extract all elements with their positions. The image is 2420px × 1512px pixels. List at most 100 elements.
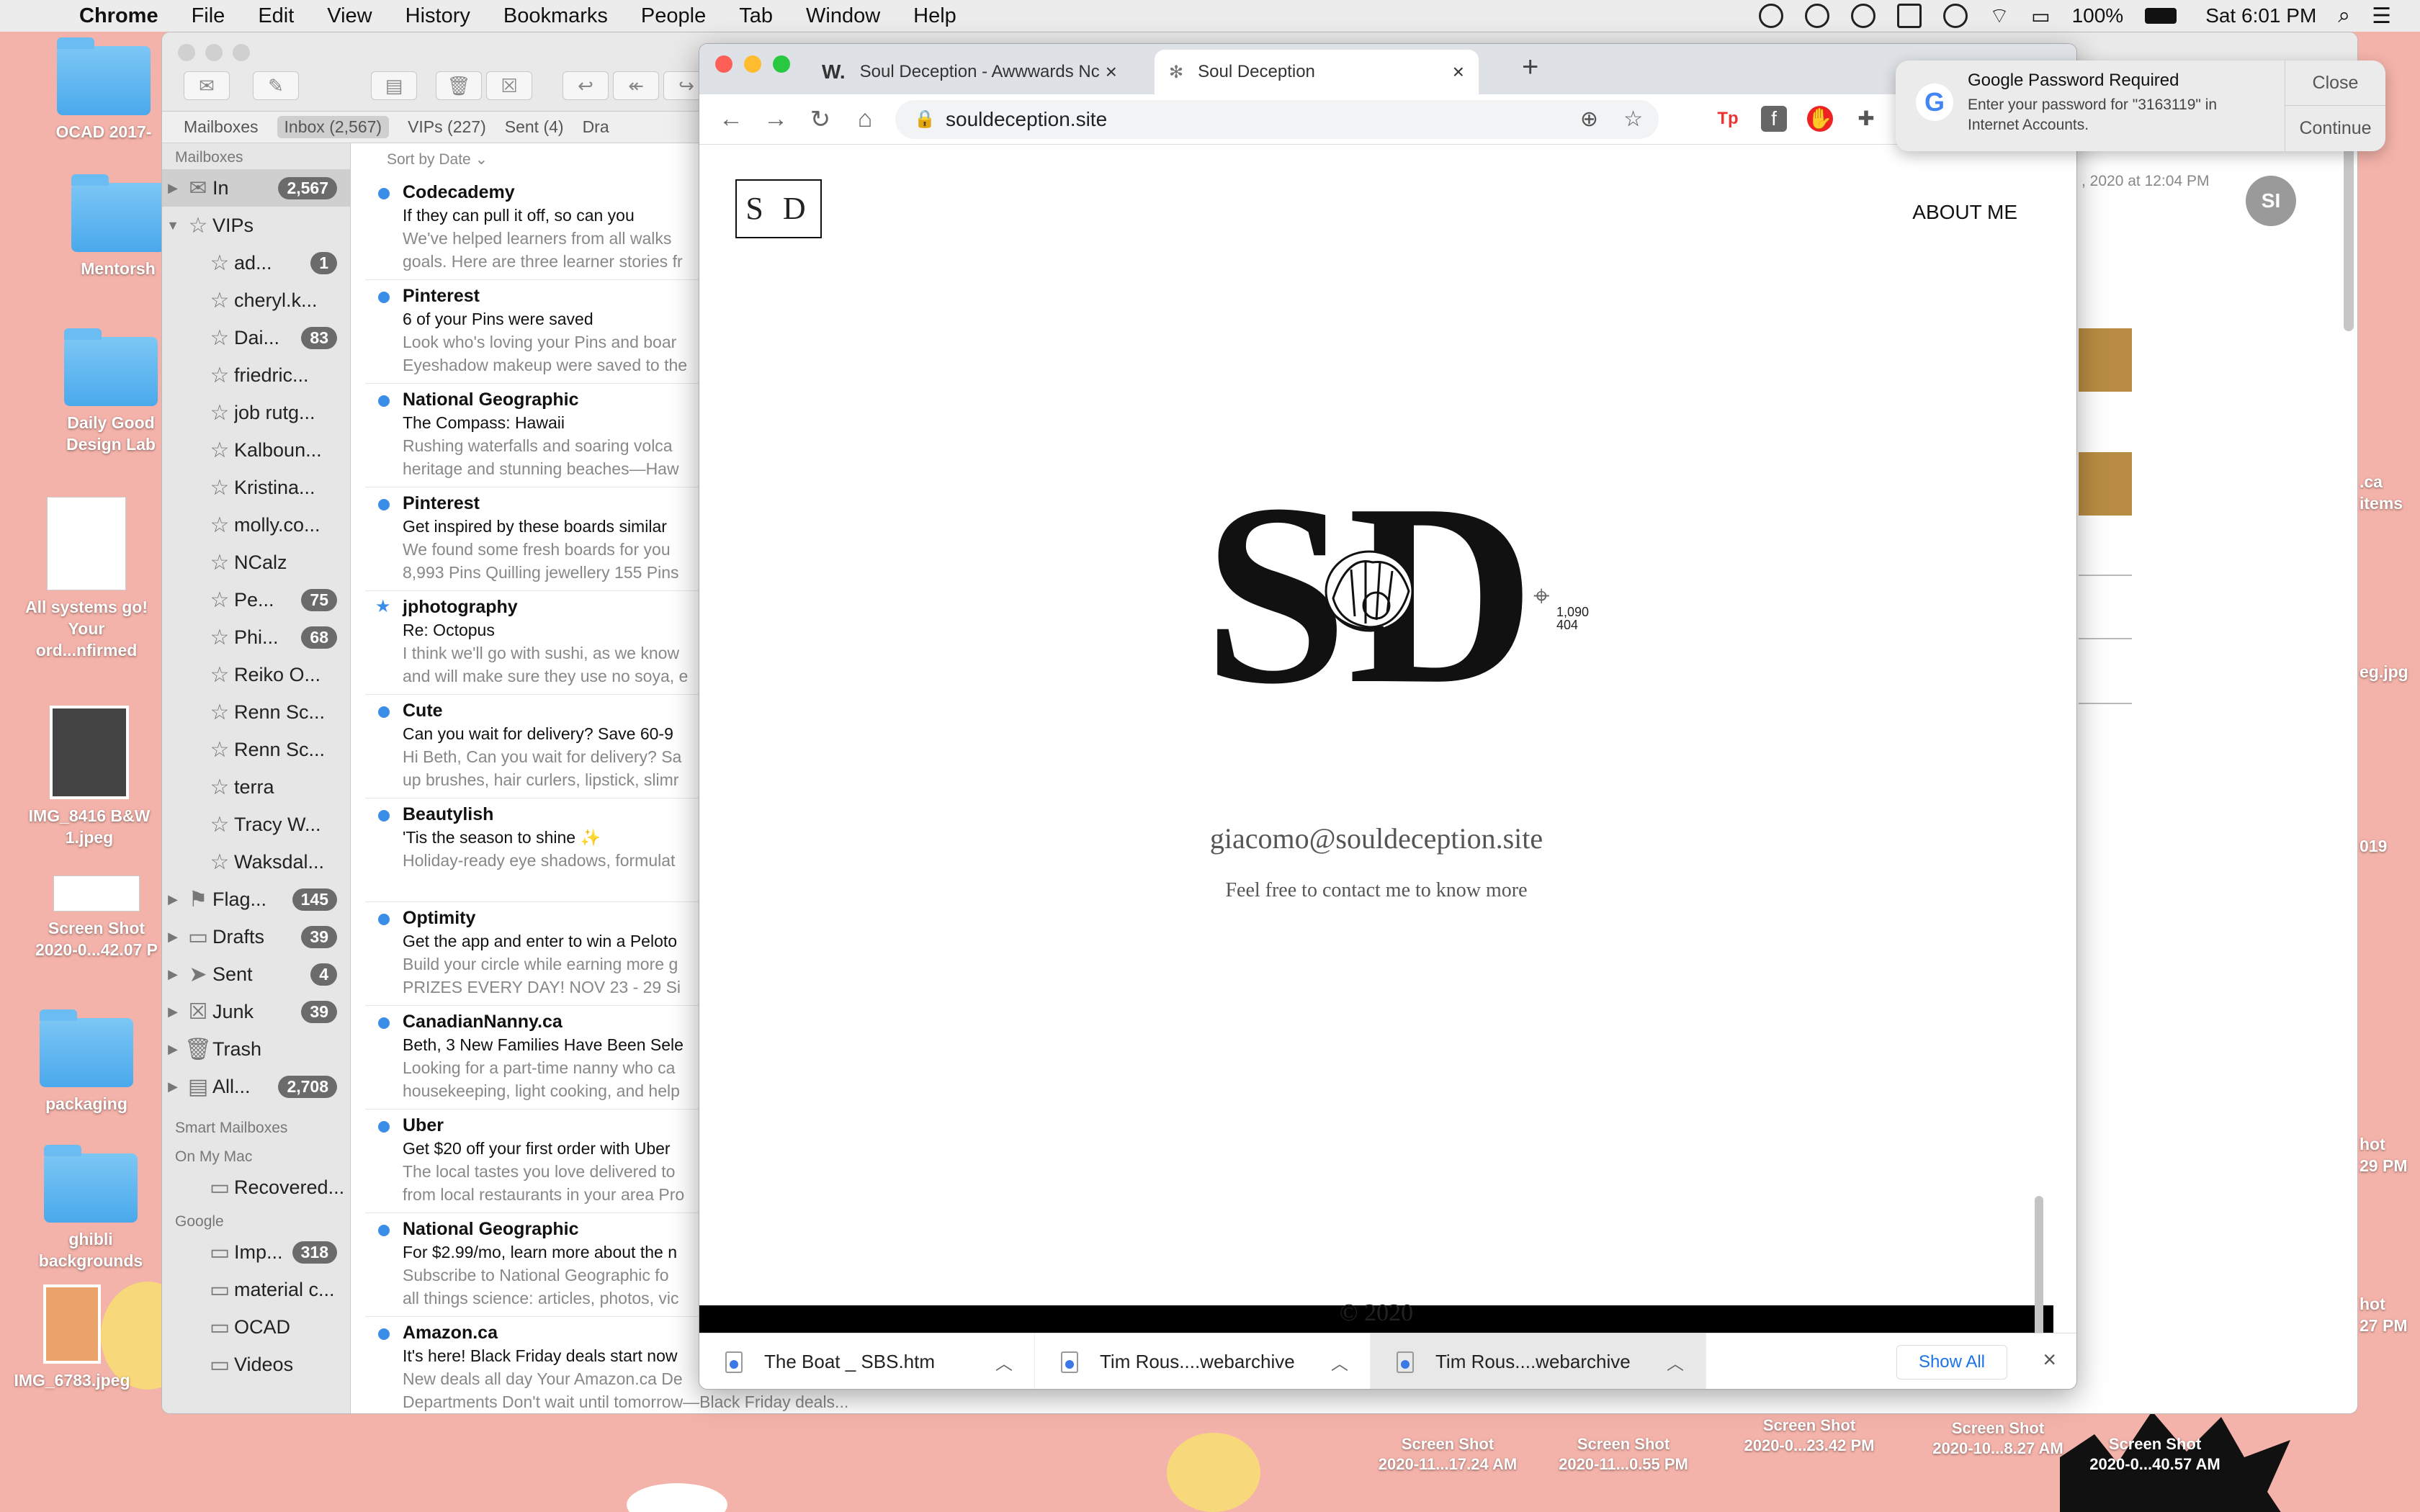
menu-edit[interactable]: Edit xyxy=(258,4,294,28)
address-bar[interactable]: 🔒 souldeception.site ⊕ ☆ xyxy=(895,100,1659,139)
archive-button[interactable]: ▤ xyxy=(371,71,417,100)
close-shelf-icon[interactable]: × xyxy=(2043,1346,2056,1373)
time-machine-icon[interactable] xyxy=(1942,4,1968,28)
disclosure-triangle-icon[interactable]: ▶ xyxy=(162,892,184,907)
chevron-up-icon[interactable]: ︿ xyxy=(995,1349,1013,1374)
desktop-screenshot-4[interactable]: Screen Shot 2020-10...8.27 AM xyxy=(1912,1418,2084,1459)
chevron-up-icon[interactable]: ︿ xyxy=(1331,1349,1348,1374)
minimize-window-button[interactable] xyxy=(205,44,223,61)
sidebar-item[interactable]: ▭ Videos xyxy=(162,1346,350,1383)
reading-scrollbar[interactable] xyxy=(2344,130,2354,331)
favbar-mailboxes[interactable]: Mailboxes xyxy=(184,117,259,137)
junk-button[interactable]: ☒ xyxy=(486,71,532,100)
close-window-button[interactable] xyxy=(715,55,732,73)
sidebar-item-inbox[interactable]: ▶ ✉ In 2,567 xyxy=(162,169,350,207)
zoom-window-button[interactable] xyxy=(773,55,790,73)
sidebar-item[interactable]: ☆ Renn Sc... xyxy=(162,693,350,731)
close-tab-icon[interactable]: × xyxy=(1453,60,1464,84)
add-icon[interactable]: ⊕ xyxy=(1580,100,1598,139)
reload-button[interactable]: ↻ xyxy=(807,105,833,134)
menu-view[interactable]: View xyxy=(327,4,372,28)
favbar-sent[interactable]: Sent (4) xyxy=(505,117,564,137)
desktop-folder-ghibli[interactable]: ghibli backgrounds xyxy=(26,1145,156,1272)
disclosure-triangle-icon[interactable]: ▶ xyxy=(162,1079,184,1094)
extension-tp-icon[interactable]: Tp xyxy=(1715,106,1741,132)
sidebar-item[interactable]: ▶ ☒ Junk 39 xyxy=(162,993,350,1030)
sidebar-item[interactable]: ☆ Kalboun... xyxy=(162,431,350,469)
airplay-icon[interactable]: ▭ xyxy=(2031,4,2050,28)
desktop-file-img6783[interactable]: IMG_6783.jpeg xyxy=(7,1284,137,1391)
get-mail-button[interactable]: ✉ xyxy=(184,71,230,100)
site-logo-small[interactable]: S D xyxy=(735,179,822,238)
sidebar-item[interactable]: ☆ Kristina... xyxy=(162,469,350,506)
back-button[interactable]: ← xyxy=(718,105,744,133)
sidebar-item[interactable]: ▶ ▤ All... 2,708 xyxy=(162,1068,350,1105)
sidebar-item[interactable]: ☆ NCalz xyxy=(162,544,350,581)
notification-close-button[interactable]: Close xyxy=(2285,60,2385,106)
sidebar-item[interactable]: ☆ Waksdal... xyxy=(162,843,350,881)
sidebar-item[interactable]: ☆ Dai... 83 xyxy=(162,319,350,356)
desktop-screenshot-2[interactable]: Screen Shot 2020-11...0.55 PM xyxy=(1537,1434,1710,1475)
notification-continue-button[interactable]: Continue xyxy=(2285,106,2385,151)
sidebar-item[interactable]: ☆ Tracy W... xyxy=(162,806,350,843)
disclosure-triangle-icon[interactable]: ▶ xyxy=(162,967,184,982)
menu-tab[interactable]: Tab xyxy=(739,4,773,28)
home-button[interactable]: ⌂ xyxy=(852,105,878,133)
tab-awwwards[interactable]: W. Soul Deception - Awwwards Nc × xyxy=(807,50,1131,94)
battery-icon[interactable] xyxy=(2145,8,2177,24)
menu-bookmarks[interactable]: Bookmarks xyxy=(503,4,608,28)
new-tab-button[interactable]: + xyxy=(1522,51,1538,84)
download-item[interactable]: The Boat _ SBS.htm ︿ xyxy=(699,1333,1035,1389)
menu-history[interactable]: History xyxy=(405,4,470,28)
download-item[interactable]: Tim Rous....webarchive ︿ xyxy=(1035,1333,1371,1389)
tab-soul-deception[interactable]: ✻ Soul Deception × xyxy=(1155,50,1479,94)
bookmark-star-icon[interactable]: ☆ xyxy=(1623,100,1643,139)
status-app-icon[interactable] xyxy=(1758,4,1783,28)
disclosure-triangle-icon[interactable]: ▶ xyxy=(162,930,184,945)
desktop-file-img8416[interactable]: IMG_8416 B&W 1.jpeg xyxy=(24,706,154,848)
show-all-button[interactable]: Show All xyxy=(1896,1345,2007,1380)
chevron-up-icon[interactable]: ︿ xyxy=(1667,1349,1684,1374)
menu-window[interactable]: Window xyxy=(806,4,880,28)
minimize-window-button[interactable] xyxy=(744,55,761,73)
sidebar-item[interactable]: ▶ ⚑ Flag... 145 xyxy=(162,881,350,918)
sidebar-item[interactable]: ▭ material c... xyxy=(162,1271,350,1308)
sidebar-item[interactable]: ☆ ad... 1 xyxy=(162,244,350,282)
desktop-folder-daily-good[interactable]: Daily Good Design Lab xyxy=(46,328,176,455)
sidebar-item[interactable]: ☆ friedric... xyxy=(162,356,350,394)
disclosure-triangle-icon[interactable]: ▶ xyxy=(162,1042,184,1057)
sidebar-item[interactable]: ▶ 🗑 Trash xyxy=(162,1030,350,1068)
extension-adblock-icon[interactable]: ✋ xyxy=(1807,106,1833,132)
menu-app-chrome[interactable]: Chrome xyxy=(79,4,158,28)
close-tab-icon[interactable]: × xyxy=(1106,60,1117,84)
reply-button[interactable]: ↩ xyxy=(563,71,609,100)
sidebar-item[interactable]: ▶ ➤ Sent 4 xyxy=(162,955,350,993)
sidebar-item[interactable]: ☆ terra xyxy=(162,768,350,806)
extensions-puzzle-icon[interactable]: ✚ xyxy=(1853,106,1879,132)
disclosure-triangle-icon[interactable]: ▼ xyxy=(162,218,184,233)
favbar-drafts[interactable]: Dra xyxy=(583,117,609,137)
disclosure-triangle-icon[interactable]: ▶ xyxy=(162,1004,184,1020)
sidebar-item[interactable]: ▶ ▭ Drafts 39 xyxy=(162,918,350,955)
nav-about-me[interactable]: ABOUT ME xyxy=(1912,201,2017,224)
desktop-file-all-systems-go[interactable]: All systems go! Your ord...nfirmed xyxy=(22,497,151,661)
sidebar-item[interactable]: ▭ Imp... 318 xyxy=(162,1233,350,1271)
battery-percent[interactable]: 100% xyxy=(2072,4,2124,27)
delete-button[interactable]: 🗑 xyxy=(436,71,482,100)
page-scrollbar[interactable] xyxy=(2035,1196,2043,1333)
menu-file[interactable]: File xyxy=(192,4,225,28)
compose-button[interactable]: ✎ xyxy=(253,71,299,100)
favbar-vips[interactable]: VIPs (227) xyxy=(408,117,486,137)
control-center-icon[interactable]: ☰ xyxy=(2372,4,2391,29)
close-window-button[interactable] xyxy=(178,44,195,61)
zoom-window-button[interactable] xyxy=(233,44,250,61)
sidebar-item[interactable]: ☆ molly.co... xyxy=(162,506,350,544)
disclosure-triangle-icon[interactable]: ▶ xyxy=(162,181,184,196)
contact-email[interactable]: giacomo@souldeception.site xyxy=(699,822,2053,855)
app-status-icon[interactable] xyxy=(1896,4,1922,28)
sidebar-item[interactable]: ▭ OCAD xyxy=(162,1308,350,1346)
reply-all-button[interactable]: ↞ xyxy=(613,71,659,100)
shield-icon[interactable] xyxy=(1804,4,1829,28)
desktop-screenshot-5[interactable]: Screen Shot 2020-0...40.57 AM xyxy=(2069,1434,2241,1475)
desktop-screenshot-1[interactable]: Screen Shot 2020-11...17.24 AM xyxy=(1361,1434,1534,1475)
